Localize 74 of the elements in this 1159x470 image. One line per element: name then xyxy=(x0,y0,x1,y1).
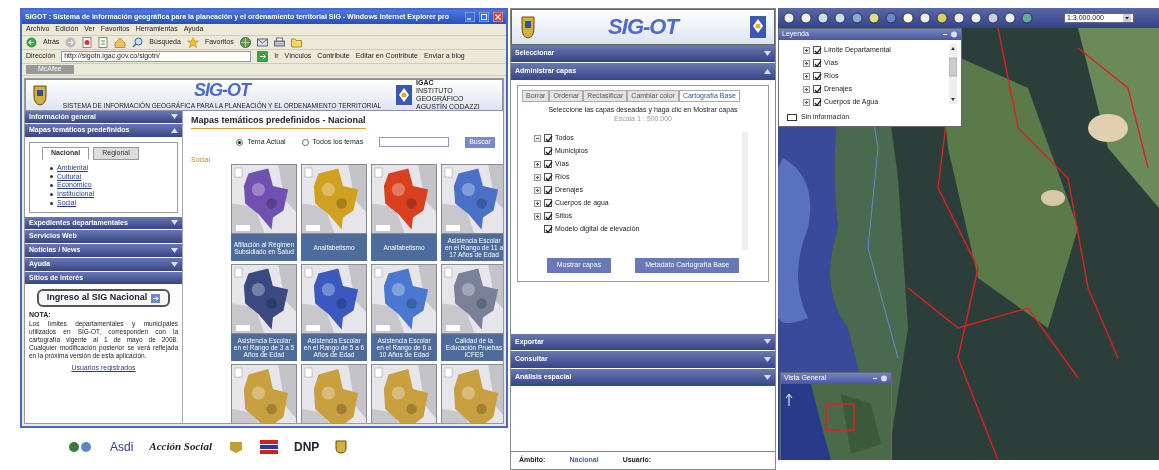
diamond-logo-icon xyxy=(750,16,766,38)
chevron-down-icon[interactable] xyxy=(171,114,178,120)
round-tool-icon[interactable] xyxy=(970,12,982,24)
radio-button[interactable] xyxy=(236,138,244,146)
round-tool-icon[interactable] xyxy=(868,12,880,24)
bullet-icon xyxy=(50,175,53,179)
coat-of-arms-icon xyxy=(520,15,536,39)
expand-icon[interactable] xyxy=(534,186,541,194)
chevron-down-icon[interactable] xyxy=(764,50,771,56)
round-tool-icon[interactable] xyxy=(1004,12,1016,24)
stop-icon[interactable] xyxy=(82,36,93,48)
chevron-up-icon[interactable] xyxy=(764,68,771,74)
mail-icon[interactable] xyxy=(256,36,268,48)
chevron-down-icon[interactable] xyxy=(764,339,771,345)
round-tool-icon[interactable] xyxy=(987,12,999,24)
close-icon[interactable] xyxy=(493,12,503,22)
coat-of-arms-icon xyxy=(335,440,348,454)
partner-logo-icon xyxy=(68,440,94,454)
collapse-icon[interactable] xyxy=(534,134,541,142)
round-tool-icon[interactable] xyxy=(800,12,812,24)
expand-icon[interactable] xyxy=(534,212,541,220)
round-tool-icon[interactable] xyxy=(953,12,965,24)
partner-logo: Acción Social xyxy=(149,440,212,454)
expand-icon[interactable] xyxy=(534,173,541,181)
checkbox[interactable] xyxy=(544,173,552,182)
radio-button[interactable] xyxy=(301,138,309,146)
chevron-up-icon[interactable] xyxy=(171,128,178,134)
expand-icon[interactable] xyxy=(534,160,541,168)
round-tool-icon[interactable] xyxy=(834,12,846,24)
bullet-icon xyxy=(50,201,53,205)
chevron-down-icon[interactable] xyxy=(171,247,178,253)
maximize-icon[interactable] xyxy=(479,12,489,22)
round-tool-icon[interactable] xyxy=(851,12,863,24)
site-logo: SIG-OT xyxy=(608,13,678,41)
minimize-icon[interactable] xyxy=(465,12,475,22)
search-field[interactable] xyxy=(379,137,450,148)
go-arrow-icon[interactable] xyxy=(257,50,269,62)
checkbox[interactable] xyxy=(544,199,552,208)
round-tool-icon[interactable] xyxy=(817,12,829,24)
chevron-down-icon[interactable] xyxy=(171,220,178,226)
chevron-down-icon[interactable] xyxy=(764,374,771,380)
dropdown-arrow-icon[interactable] xyxy=(1123,14,1131,22)
globe-icon[interactable] xyxy=(239,36,251,48)
site-logo: SIG-OT xyxy=(194,79,250,101)
bullet-icon xyxy=(50,192,53,196)
refresh-icon[interactable] xyxy=(98,36,109,48)
coat-of-arms-icon xyxy=(32,83,48,106)
round-tool-icon[interactable] xyxy=(936,12,948,24)
checkbox[interactable] xyxy=(544,212,552,221)
round-tool-icon[interactable] xyxy=(919,12,931,24)
emblem-icon xyxy=(228,440,244,454)
page-title: Mapas temáticos predefinidos - Nacional xyxy=(191,114,366,129)
printer-icon[interactable] xyxy=(273,36,285,48)
round-tool-icon[interactable] xyxy=(783,12,795,24)
chevron-down-icon[interactable] xyxy=(764,357,771,363)
checkbox[interactable] xyxy=(544,186,552,195)
stripes-icon xyxy=(260,440,278,454)
login-button[interactable]: Ingreso al SIG Nacional xyxy=(36,289,171,307)
bullet-icon xyxy=(50,184,53,188)
bullet-icon xyxy=(50,166,53,170)
checkbox[interactable] xyxy=(544,147,552,156)
partner-logo: DNP xyxy=(294,439,320,455)
star-icon[interactable] xyxy=(186,36,199,48)
arrow-icon xyxy=(151,293,161,303)
checkbox[interactable] xyxy=(544,134,552,143)
search-icon[interactable] xyxy=(132,36,144,48)
expand-icon[interactable] xyxy=(534,199,541,207)
partner-logo: Asdi xyxy=(110,439,134,455)
chevron-down-icon[interactable] xyxy=(171,261,178,267)
round-tool-icon[interactable] xyxy=(902,12,914,24)
checkbox[interactable] xyxy=(544,225,552,234)
back-arrow-icon[interactable] xyxy=(26,36,37,48)
checkbox[interactable] xyxy=(544,160,552,169)
diamond-logo-icon xyxy=(396,84,412,105)
